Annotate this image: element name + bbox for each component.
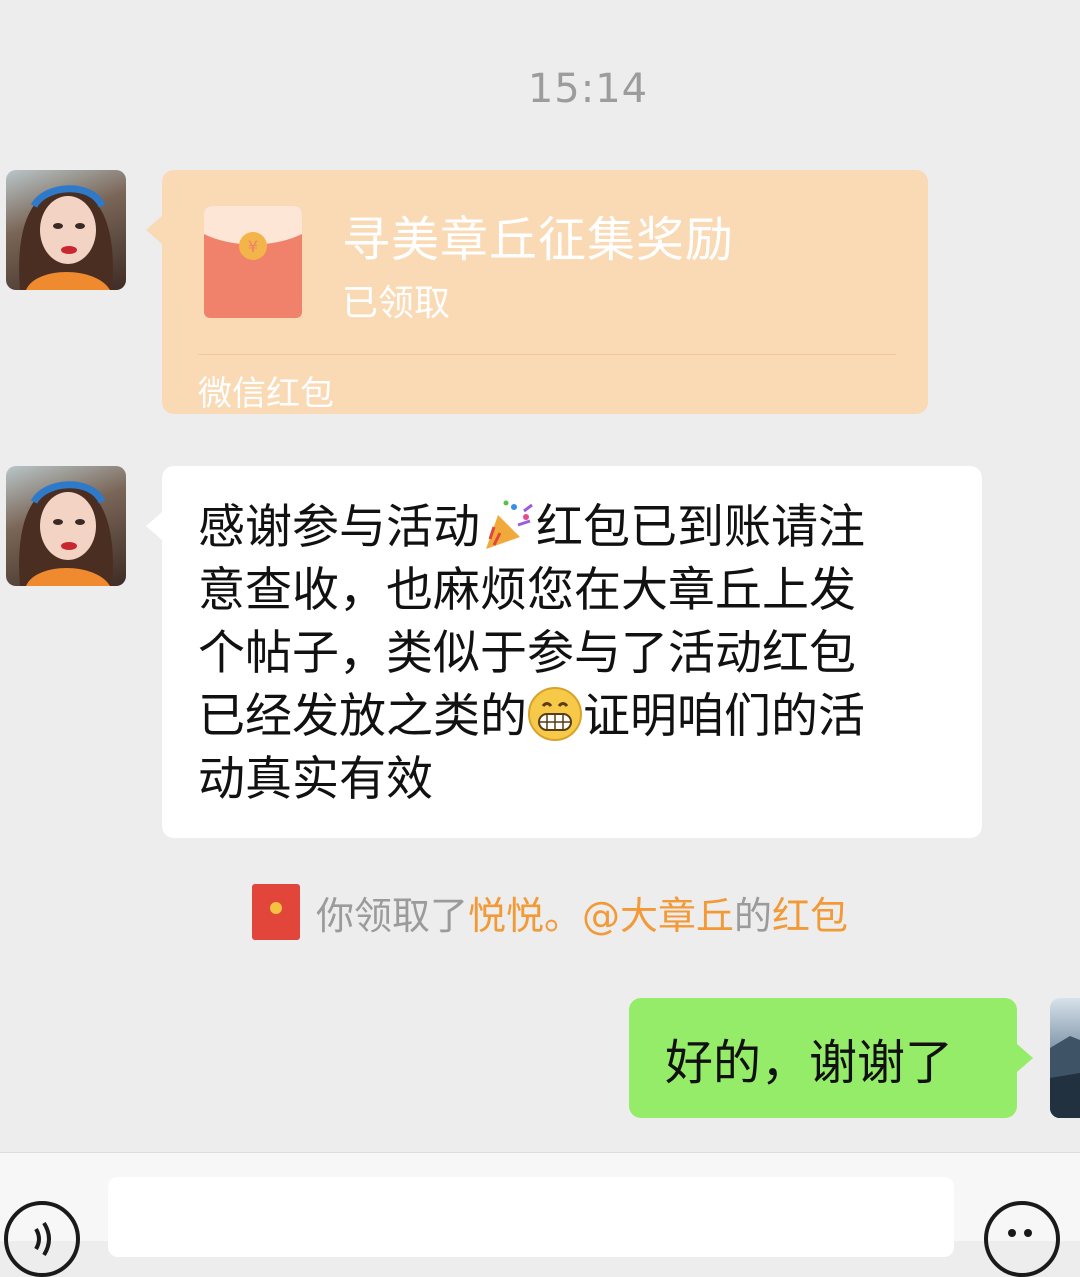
smiley-face-icon [1008,1229,1032,1237]
message-segment: 感谢参与活动 [198,500,480,555]
emoji-icon[interactable] [984,1201,1060,1277]
notice-prefix: 你领取了 [316,893,469,938]
red-packet-icon: ¥ [204,206,302,318]
voice-icon[interactable] [4,1201,80,1277]
message-line: 已经发放之类的 证明咱们的活 [198,685,952,748]
chat-timestamp: 15:14 [527,66,649,112]
red-packet-bubble[interactable]: ¥ 寻美章丘征集奖励 已领取 微信红包 [146,170,928,414]
sender-avatar[interactable] [6,170,126,290]
grinning-face-icon [528,687,582,741]
red-packet-status: 已领取 [342,283,451,324]
outgoing-message-bubble[interactable]: 好的，谢谢了 [629,998,1033,1118]
message-input[interactable] [108,1177,954,1257]
voice-waves-icon [34,1221,51,1257]
notice-red-packet-link[interactable]: 红包 [772,885,848,940]
red-packet-title: 寻美章丘征集奖励 [342,212,735,268]
message-text: 感谢参与活动 红包已到账请注 意查收，也麻烦您在大章丘上发 个帖子，类似于参与了活… [198,496,952,811]
message-bubble[interactable]: 感谢参与活动 红包已到账请注 意查收，也麻烦您在大章丘上发 个帖子，类似于参与了活… [146,466,982,838]
message-line: 感谢参与活动 红包已到账请注 [198,496,952,559]
avatar-landscape [1050,1036,1080,1118]
message-line: 意查收，也麻烦您在大章丘上发 [198,563,856,618]
input-bar [0,1152,1080,1277]
message-segment: 证明咱们的活 [583,689,865,744]
svg-text:¥: ¥ [248,237,258,256]
my-avatar[interactable] [1050,998,1080,1118]
avatar-portrait [19,185,113,290]
mini-red-packet-icon [252,884,300,940]
message-line: 动真实有效 [198,752,433,807]
notice-sender[interactable]: 悦悦。@大章丘 [468,885,734,940]
outgoing-message-text: 好的，谢谢了 [665,1035,954,1091]
system-notice: 你领取了 悦悦。@大章丘的红包 [252,884,848,940]
avatar-portrait [19,481,113,586]
sender-avatar[interactable] [6,466,126,586]
message-segment: 已经发放之类的 [198,689,527,744]
party-popper-icon [486,500,533,549]
red-packet-footer: 微信红包 [198,374,334,414]
message-line: 个帖子，类似于参与了活动红包 [198,626,856,681]
message-segment: 红包已到账请注 [536,500,865,555]
notice-middle: 的 [734,893,773,938]
red-packet-divider [198,354,896,355]
